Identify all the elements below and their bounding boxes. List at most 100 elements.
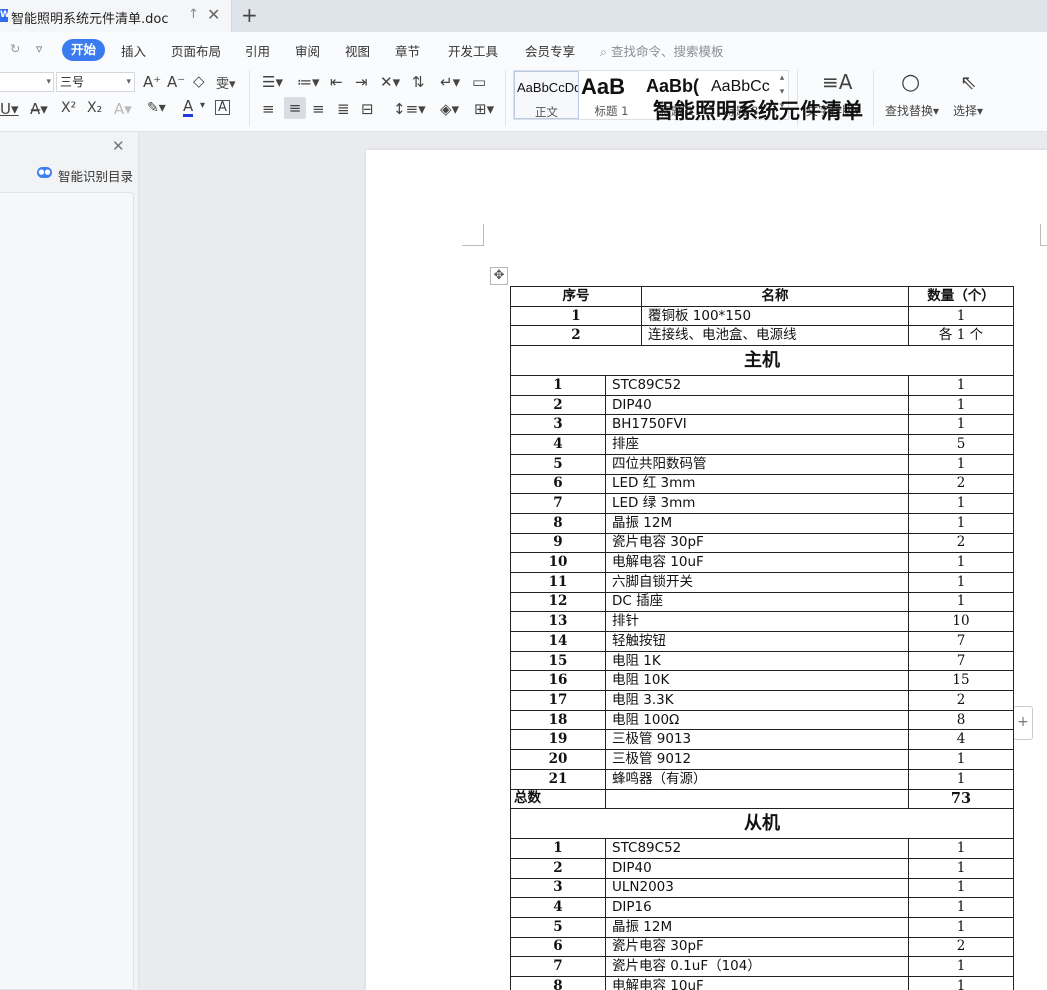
row-qty: 1	[908, 453, 1014, 475]
smart-toc-link[interactable]: ●● 智能识别目录	[37, 166, 133, 185]
toc-list[interactable]	[0, 192, 134, 990]
row-qty: 1	[908, 877, 1014, 899]
row-qty: 2	[908, 532, 1014, 554]
document-tab[interactable]: W 智能照明系统元件清单.doc ↑ ✕	[0, 0, 232, 32]
row-number: 1	[510, 838, 606, 859]
row-number: 2	[510, 325, 642, 347]
tab-home[interactable]: 开始	[62, 39, 105, 61]
highlight-icon[interactable]: ✎▾	[147, 100, 166, 116]
close-icon[interactable]: ✕	[112, 137, 125, 155]
table-row: 1 STC89C52 1	[510, 838, 1014, 859]
row-qty: 1	[908, 305, 1014, 327]
row-name: 瓷片电容 0.1uF（104）	[605, 956, 909, 977]
justify-icon[interactable]: ≣	[337, 100, 350, 118]
tab-developer[interactable]: 开发工具	[448, 41, 498, 60]
chinese-layout-icon[interactable]: ✕▾	[380, 73, 400, 91]
align-left-icon[interactable]: ≡	[262, 100, 275, 118]
subscript-icon[interactable]: X₂	[87, 100, 102, 116]
row-qty: 1	[908, 571, 1014, 593]
table-row: 18 电阻 100Ω 8	[510, 709, 1014, 731]
new-tab-button[interactable]: +	[241, 3, 258, 27]
magnifier-icon[interactable]: ○	[901, 70, 920, 95]
row-qty: 1	[908, 552, 1014, 573]
row-name: 电阻 3.3K	[605, 690, 909, 711]
underline-icon[interactable]: U▾	[0, 100, 19, 118]
tab-review[interactable]: 审阅	[295, 41, 320, 60]
table-row: 2 DIP40 1	[510, 394, 1014, 416]
row-name: STC89C52	[605, 838, 909, 859]
increase-indent-icon[interactable]: ⇥	[355, 73, 368, 91]
tab-membership[interactable]: 会员专享	[525, 41, 575, 60]
redo-icon[interactable]: ↻	[10, 41, 20, 56]
page-margin-corner	[462, 224, 484, 246]
shrink-font-icon[interactable]: A⁻	[167, 73, 185, 91]
grow-font-icon[interactable]: A⁺	[143, 73, 161, 91]
row-name: LED 红 3mm	[605, 473, 909, 495]
header-name: 名称	[641, 286, 909, 307]
total-empty	[605, 788, 909, 810]
table-row: 4 排座 5	[510, 434, 1014, 455]
text-layout-icon[interactable]: ≡A	[822, 70, 852, 94]
close-icon[interactable]: ✕	[207, 5, 220, 24]
table-tools-icon[interactable]: ▭	[472, 73, 486, 91]
parts-table[interactable]: 序号 名称 数量（个） 1 覆铜板 100*150 1 2 连接线、电池盒、电源线各 1…	[510, 286, 1014, 990]
table-header-row: 序号 名称 数量（个）	[510, 286, 1014, 307]
char-border-icon[interactable]: A	[215, 100, 230, 115]
row-qty: 各 1 个	[908, 325, 1014, 347]
document-heading[interactable]: 智能照明系统元件清单	[365, 95, 1047, 125]
tab-chapter[interactable]: 章节	[395, 41, 420, 60]
add-column-button[interactable]: +	[1013, 706, 1033, 740]
row-qty: 1	[908, 916, 1014, 938]
table-row: 1 覆铜板 100*150 1	[510, 305, 1014, 327]
table-move-handle[interactable]: ✥	[490, 267, 508, 285]
table-row: 3 ULN2003 1	[510, 877, 1014, 899]
row-number: 19	[510, 729, 606, 751]
bullet-list-icon[interactable]: ☰▾	[262, 73, 283, 91]
row-name: 电阻 1K	[605, 650, 909, 672]
row-number: 2	[510, 394, 606, 416]
tab-references[interactable]: 引用	[245, 41, 270, 60]
row-number: 21	[510, 768, 606, 790]
text-effect-icon[interactable]: A▾	[114, 100, 132, 118]
chevron-down-icon[interactable]: ▾	[200, 100, 205, 111]
font-size-value: 三号	[60, 75, 85, 89]
table-row: 9 瓷片电容 30pF 2	[510, 532, 1014, 554]
row-qty: 1	[908, 838, 1014, 859]
cursor-icon[interactable]: ⇖	[960, 70, 977, 94]
table-row: 14 轻触按钮 7	[510, 631, 1014, 652]
row-name: 覆铜板 100*150	[641, 305, 909, 327]
row-number: 6	[510, 473, 606, 495]
command-search[interactable]: ⌕ 查找命令、搜索模板	[600, 41, 724, 60]
clear-format-icon[interactable]: ◇	[193, 72, 205, 90]
sort-icon[interactable]: ⇅	[412, 73, 425, 91]
search-icon: ⌕	[600, 44, 608, 59]
menu-bar: ↻ ▿ 开始 插入 页面布局 引用 审阅 视图 章节 开发工具 会员专享 ⌕ 查…	[0, 32, 1047, 66]
row-number: 4	[510, 897, 606, 918]
table-row: 12 DC 插座 1	[510, 591, 1014, 613]
row-number: 12	[510, 591, 606, 613]
row-qty: 7	[908, 650, 1014, 672]
strikethrough-icon[interactable]: A̶▾	[30, 100, 48, 118]
superscript-icon[interactable]: X²	[61, 100, 76, 116]
row-number: 20	[510, 749, 606, 770]
decrease-indent-icon[interactable]: ⇤	[330, 73, 343, 91]
row-name: 电解电容 10uF	[605, 552, 909, 573]
tab-view[interactable]: 视图	[345, 41, 370, 60]
arrow-up-icon[interactable]: ↑	[188, 7, 199, 22]
row-qty: 2	[908, 936, 1014, 958]
align-right-icon[interactable]: ≡	[312, 100, 325, 118]
row-qty: 2	[908, 473, 1014, 495]
chevron-down-icon[interactable]: ▿	[36, 41, 42, 56]
phonetic-guide-icon[interactable]: 雯▾	[216, 73, 236, 92]
font-size-select[interactable]: 三号 ▾	[56, 72, 135, 92]
align-center-icon[interactable]: ≡	[284, 97, 306, 119]
table-row: 21 蜂鸣器（有源） 1	[510, 768, 1014, 790]
row-qty: 10	[908, 611, 1014, 632]
table-row: 5 晶振 12M 1	[510, 916, 1014, 938]
numbered-list-icon[interactable]: ≔▾	[297, 73, 320, 91]
font-color-icon[interactable]: A	[183, 99, 194, 117]
show-marks-icon[interactable]: ↵▾	[440, 73, 460, 91]
tab-page-layout[interactable]: 页面布局	[171, 41, 221, 60]
font-name-select[interactable]: ▾	[0, 72, 54, 92]
tab-insert[interactable]: 插入	[121, 41, 146, 60]
